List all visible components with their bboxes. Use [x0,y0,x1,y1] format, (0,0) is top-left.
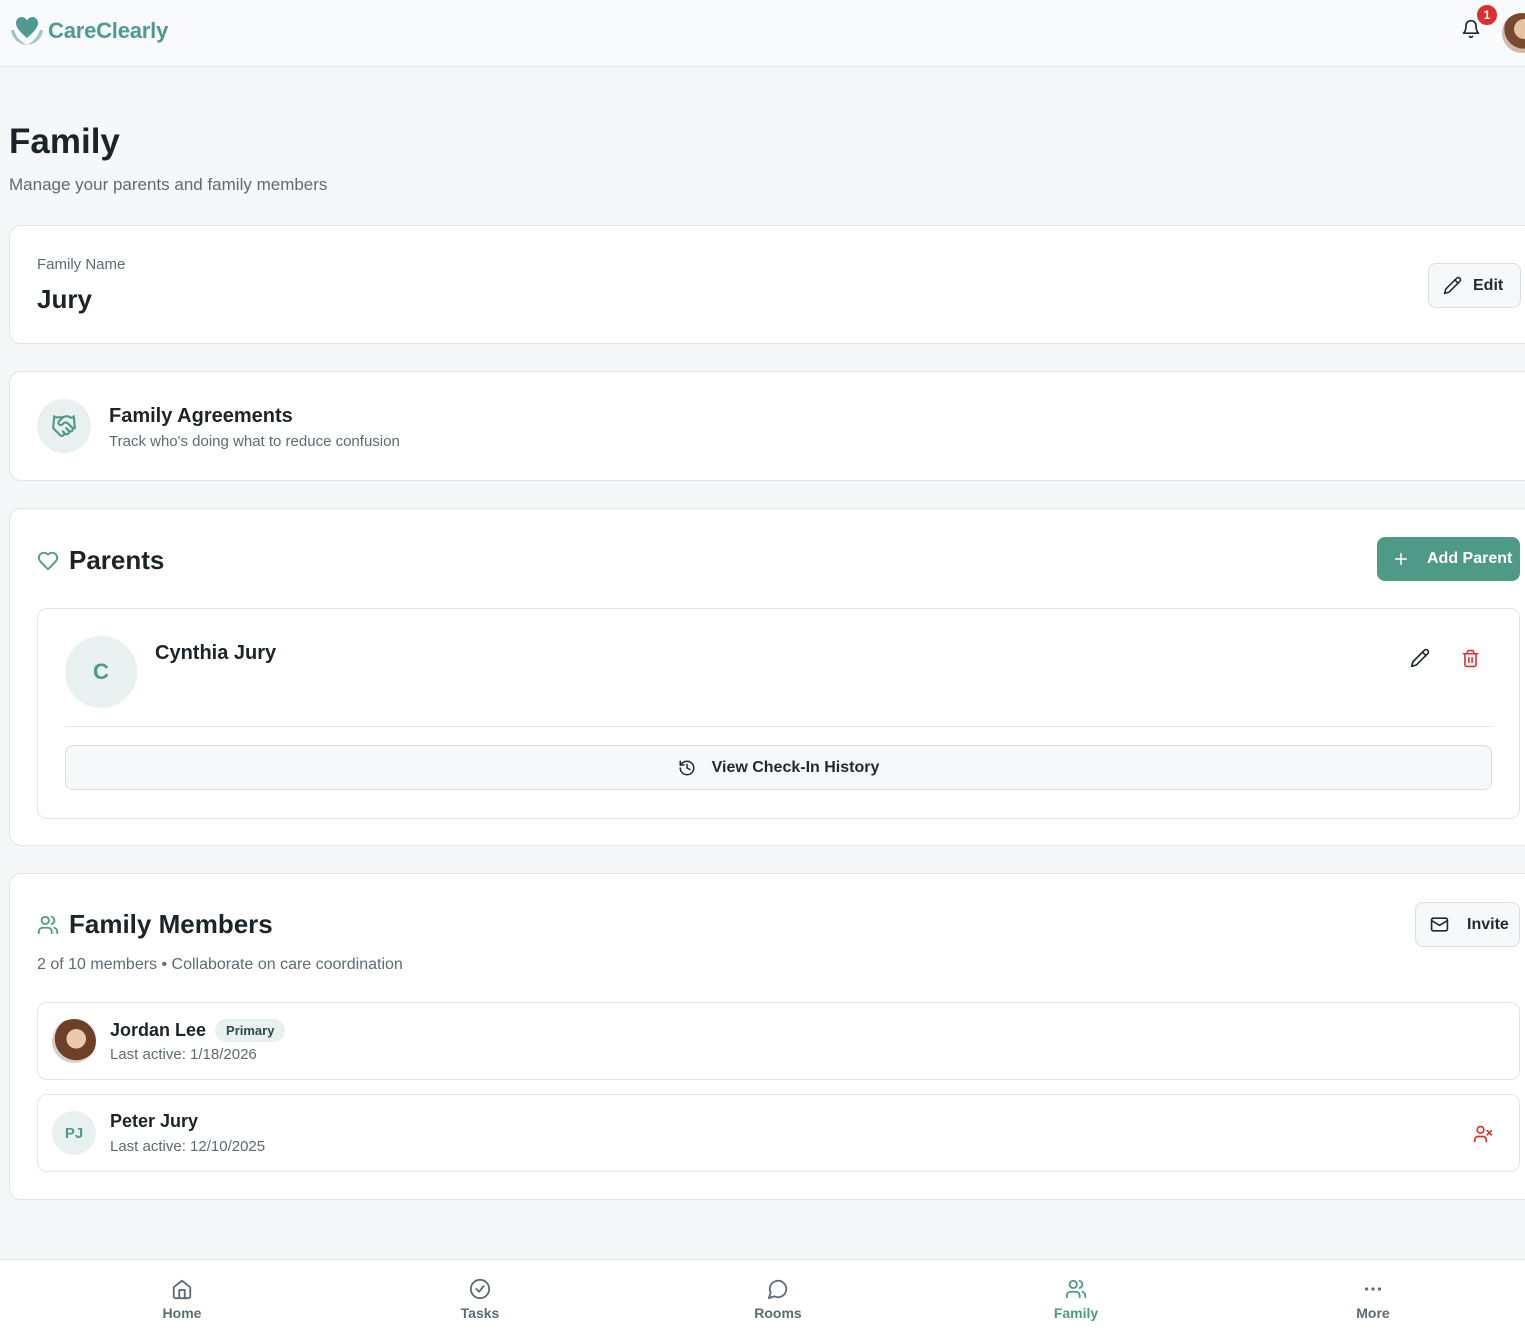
parent-card: C Cynthia Jury View Check-In History [37,608,1520,819]
member-name: Peter Jury [110,1111,199,1131]
page-title: Family [9,122,120,161]
family-name-card: Family Name Jury Edit [9,225,1525,344]
nav-tasks[interactable]: Tasks [440,1278,520,1321]
pencil-icon [1410,648,1430,668]
pencil-icon [1443,276,1462,295]
parent-card-divider [65,726,1492,727]
edit-parent-button[interactable] [1409,647,1431,669]
primary-badge: Primary [215,1019,286,1042]
agreements-title: Family Agreements [109,405,293,427]
members-subtitle: 2 of 10 members • Collaborate on care co… [37,956,403,973]
nav-family-label: Family [1053,1305,1099,1321]
family-agreements-card[interactable]: Family Agreements Track who's doing what… [9,371,1525,481]
member-row[interactable]: Jordan Lee Primary Last active: 1/18/202… [37,1002,1520,1080]
parent-avatar: C [65,636,137,708]
member-name-line: Peter Jury [110,1111,198,1132]
parents-title: Parents [69,545,165,575]
page-subtitle: Manage your parents and family members [9,175,328,194]
members-title: Family Members [69,909,273,939]
handshake-icon [52,415,76,437]
member-name: Jordan Lee [110,1020,207,1040]
nav-rooms-label: Rooms [754,1305,802,1321]
history-button-label: View Check-In History [711,758,880,776]
heart-icon [37,551,59,570]
top-bar: CareClearly 1 [0,0,1525,67]
check-circle-icon [469,1278,491,1300]
heart-hands-logo-icon [11,17,43,45]
parents-card: Parents Add Parent C Cynthia Jury View C… [9,508,1525,846]
home-icon [172,1279,192,1300]
invite-button-label: Invite [1467,915,1509,933]
parent-name: Cynthia Jury [155,642,277,664]
member-last-active: Last active: 12/10/2025 [110,1138,266,1155]
family-name-label: Family Name [37,256,126,273]
nav-rooms[interactable]: Rooms [738,1278,818,1321]
users-icon [1065,1279,1087,1299]
member-row[interactable]: PJ Peter Jury Last active: 12/10/2025 [37,1094,1520,1172]
family-name-value: Jury [37,284,92,314]
edit-family-name-button[interactable]: Edit [1428,263,1521,308]
nav-tasks-label: Tasks [460,1305,500,1321]
plus-icon [1394,552,1408,566]
remove-member-button[interactable] [1472,1123,1494,1145]
member-name-line: Jordan Lee Primary [110,1019,286,1042]
notification-badge: 1 [1475,3,1499,27]
member-avatar: PJ [52,1111,96,1155]
parents-header: Parents [37,545,164,576]
more-dots-icon [1364,1287,1382,1291]
nav-home-label: Home [162,1305,202,1321]
chat-bubble-icon [767,1279,788,1300]
members-header: Family Members [37,909,273,940]
member-last-active: Last active: 1/18/2026 [110,1046,257,1063]
nav-more[interactable]: More [1333,1278,1413,1321]
app-logo[interactable]: CareClearly [9,14,168,48]
family-members-card: Family Members 2 of 10 members • Collabo… [9,873,1525,1200]
invite-button[interactable]: Invite [1415,902,1520,947]
agreements-subtitle: Track who's doing what to reduce confusi… [109,433,400,450]
nav-more-label: More [1356,1305,1390,1321]
member-avatar [52,1019,96,1063]
view-checkin-history-button[interactable]: View Check-In History [65,745,1492,790]
nav-home[interactable]: Home [142,1278,222,1321]
edit-button-label: Edit [1473,276,1504,294]
bottom-navigation: Home Tasks Rooms Family More [0,1259,1525,1332]
mail-icon [1430,917,1449,932]
nav-family[interactable]: Family [1036,1278,1116,1321]
add-parent-label: Add Parent [1427,550,1513,567]
app-name: CareClearly [48,18,169,43]
user-avatar[interactable] [1502,13,1525,53]
delete-parent-button[interactable] [1459,647,1481,669]
trash-icon [1462,649,1478,667]
add-parent-button[interactable]: Add Parent [1377,537,1520,581]
user-remove-icon [1473,1125,1493,1143]
history-icon [679,760,695,775]
agreements-icon-wrap [37,399,91,453]
users-icon [37,915,59,934]
